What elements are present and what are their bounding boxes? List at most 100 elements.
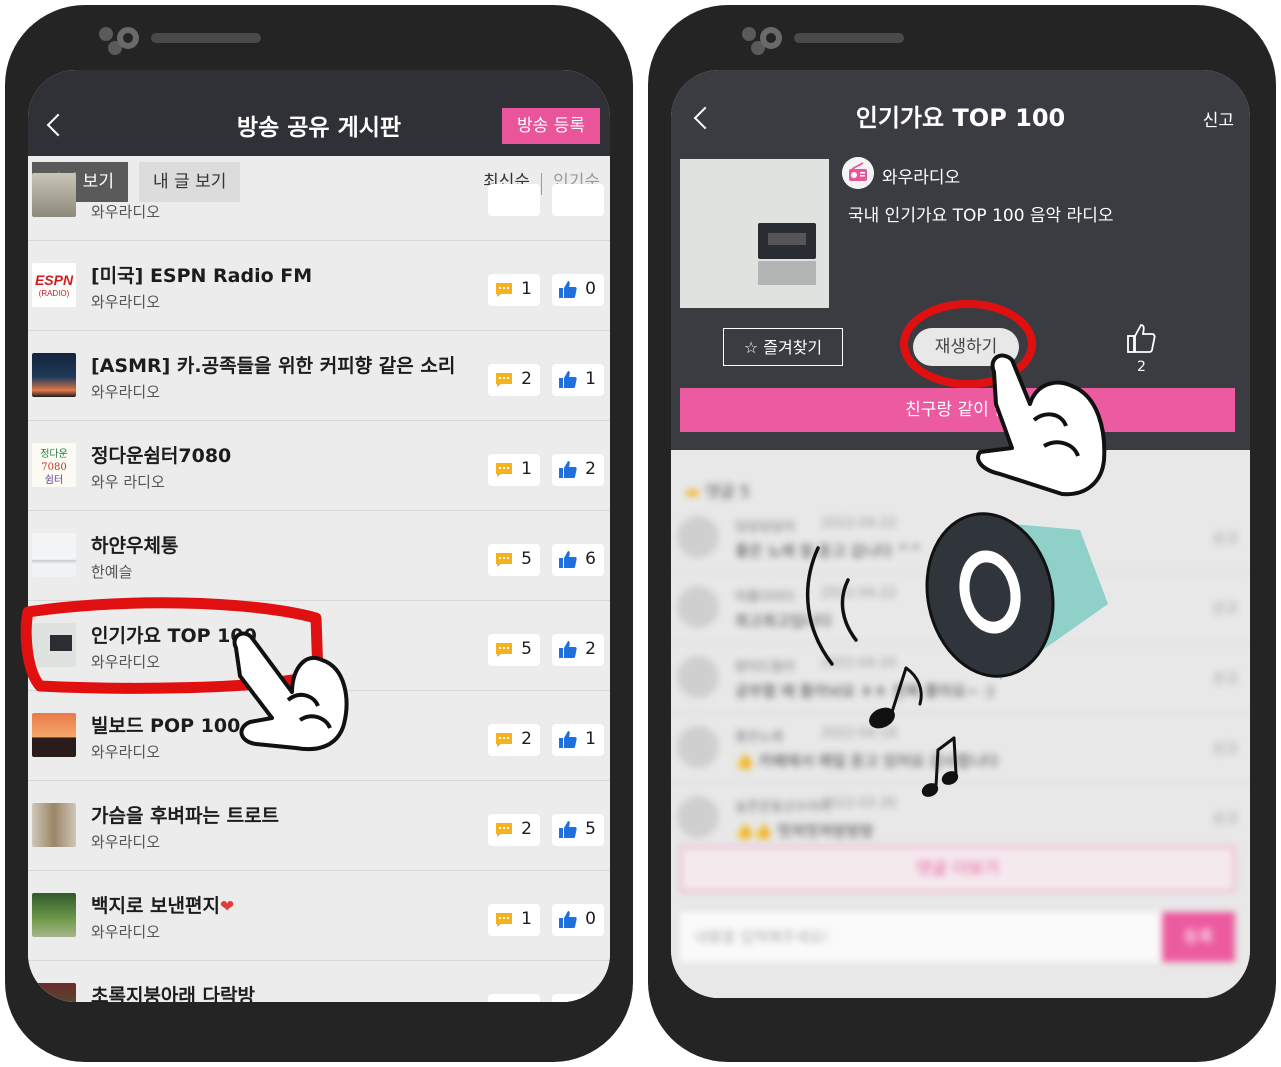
post-author: 와우라디오 — [91, 383, 161, 401]
thumbs-up-icon — [559, 821, 577, 838]
post-title: 초록지붕아래 다락방 — [91, 985, 255, 1002]
comment-icon: ▬ — [685, 482, 701, 501]
comment-icon — [496, 373, 512, 387]
comment-count-badge: 1 — [488, 454, 540, 486]
comment-row: 방이드림이 2022-04-20 공부할 때 틀어놔요 ㅎㅎ 진짜 좋아요~ :… — [671, 642, 1250, 713]
comment-count-badge — [488, 184, 540, 216]
list-item[interactable]: 하얀우체통 한예슬 5 6 — [28, 511, 610, 601]
favorite-label: 즐겨찾기 — [763, 338, 823, 357]
list-item[interactable]: 정다운 7080 쉼터 정다운쉼터7080 와우 라디오 1 2 — [28, 421, 610, 511]
list-item-highlighted[interactable]: 인기가요 TOP 100 와우라디오 5 2 — [28, 601, 610, 691]
phone-sensor-dot — [742, 27, 756, 41]
comment-date: 2022-04-20 — [821, 656, 897, 671]
comment-nickname: 슬픈운동선수아이 — [735, 800, 831, 815]
comments-section: ▬ 댓글 5 딩딩딩딩이 2022-04-22 좋은 노래 잘 듣고 갑니다 ^… — [671, 450, 1250, 998]
comment-nickname: 좋은노래 — [735, 730, 783, 745]
post-author: 와우라디오 — [91, 653, 161, 671]
avatar — [677, 656, 719, 698]
comment-date: 2022-04-22 — [821, 586, 897, 601]
like-count-badge[interactable] — [552, 994, 604, 1002]
post-author: 와우라디오 — [91, 743, 161, 761]
post-thumbnail — [32, 713, 76, 757]
list-item-partial[interactable]: 와우라디오 — [28, 151, 610, 241]
like-count-badge[interactable]: 2 — [552, 634, 604, 666]
post-title: 정다운쉼터7080 — [91, 445, 232, 467]
star-icon: ☆ — [743, 338, 759, 357]
post-title: [ASMR] 카.공족들을 위한 커피향 같은 소리 — [91, 355, 456, 377]
like-count-badge[interactable]: 0 — [552, 904, 604, 936]
comment-input[interactable]: 내용을 입력해주세요! — [680, 912, 1162, 962]
phone-speaker-grille — [794, 33, 904, 43]
thumbs-up-icon — [559, 461, 577, 478]
favorite-button[interactable]: ☆ 즐겨찾기 — [723, 328, 843, 366]
avatar — [677, 726, 719, 768]
heart-icon: ❤ — [219, 897, 235, 917]
post-author: 와우라디오 — [91, 833, 161, 851]
like-count: 0 — [585, 279, 596, 299]
comment-count: 2 — [521, 819, 532, 839]
thumbs-up-icon — [559, 731, 577, 748]
comment-date: 2022-03-30 — [821, 796, 897, 811]
list-item[interactable]: 백지로 보낸편지❤ 와우라디오 1 0 — [28, 871, 610, 961]
post-author: 한예슬 — [91, 563, 133, 581]
more-comments-button[interactable]: 댓글 더보기 — [680, 846, 1235, 892]
post-thumbnail — [32, 983, 76, 1002]
post-title: 하얀우체통 — [91, 535, 179, 557]
thumbs-up-icon — [559, 371, 577, 388]
avatar — [677, 796, 719, 838]
post-thumbnail — [32, 353, 76, 397]
comment-count: 2 — [521, 369, 532, 389]
comment-report-button[interactable]: 신고 — [1212, 668, 1238, 688]
list-item[interactable]: 빌보드 POP 100 와우라디오 2 1 — [28, 691, 610, 781]
phone-speaker-grille — [151, 33, 261, 43]
broadcast-description: 국내 인기가요 TOP 100 음악 라디오 — [848, 206, 1114, 226]
like-count-badge[interactable]: 2 — [552, 454, 604, 486]
comment-count: 5 — [521, 549, 532, 569]
like-count: 2 — [585, 459, 596, 479]
list-item[interactable]: ESPN (RADIO) [미국] ESPN Radio FM 와우라디오 1 … — [28, 241, 610, 331]
like-count-badge[interactable]: 5 — [552, 814, 604, 846]
comment-count-badge: 1 — [488, 904, 540, 936]
comment-report-button[interactable]: 신고 — [1212, 528, 1238, 548]
list-item[interactable]: [ASMR] 카.공족들을 위한 커피향 같은 소리 와우라디오 2 1 — [28, 331, 610, 421]
post-thumbnail — [32, 893, 76, 937]
comment-icon — [494, 1000, 514, 1002]
like-count: 0 — [585, 909, 596, 929]
comment-count: 1 — [521, 459, 532, 479]
comment-row: 딩딩딩딩이 2022-04-22 좋은 노래 잘 듣고 갑니다 ^^ 신고 — [671, 502, 1250, 573]
comments-heading: ▬ 댓글 5 — [685, 482, 750, 501]
svg-text:(RADIO): (RADIO) — [39, 289, 70, 298]
comment-report-button[interactable]: 신고 — [1212, 598, 1238, 618]
board-header: 방송 공유 게시판 방송 등록 — [28, 70, 610, 156]
like-count-badge[interactable]: 6 — [552, 544, 604, 576]
avatar — [677, 586, 719, 628]
thumbs-up-icon — [559, 911, 577, 928]
play-button[interactable]: 재생하기 — [913, 328, 1019, 366]
comment-date: 2022-04-22 — [821, 516, 897, 531]
post-author: 와우 라디오 — [91, 473, 165, 491]
comment-report-button[interactable]: 신고 — [1212, 808, 1238, 828]
espn-logo-icon: ESPN (RADIO) — [35, 272, 74, 298]
thumbs-up-icon[interactable] — [1125, 322, 1159, 356]
like-count: 2 — [1137, 359, 1146, 375]
register-broadcast-button[interactable]: 방송 등록 — [502, 108, 600, 144]
like-count: 6 — [585, 549, 596, 569]
list-item[interactable]: 가슴을 후벼파는 트로트 와우라디오 2 5 — [28, 781, 610, 871]
post-thumbnail — [32, 623, 76, 667]
like-count-badge[interactable]: 0 — [552, 274, 604, 306]
like-count-badge[interactable]: 1 — [552, 724, 604, 756]
comment-count-badge: 2 — [488, 814, 540, 846]
comment-text: 공부할 때 틀어놔요 ㅎㅎ 진짜 좋아요~ :) — [735, 682, 995, 700]
like-count: 5 — [585, 819, 596, 839]
comment-count-badge: 2 — [488, 724, 540, 756]
like-count-badge[interactable]: 1 — [552, 364, 604, 396]
comment-row: 슬픈운동선수아이 2022-03-30 👍👍 멋져멋져방방방 신고 — [671, 782, 1250, 852]
list-item-partial[interactable]: 초록지붕아래 다락방 — [28, 961, 610, 1002]
report-button[interactable]: 신고 — [1203, 106, 1234, 131]
post-author: 와우라디오 — [91, 923, 161, 941]
listen-together-button[interactable]: 친구랑 같이 듣 — [680, 388, 1235, 432]
board-screen: 방송 공유 게시판 방송 등록 전체 보기 내 글 보기 최신순 인기순 와우라… — [28, 70, 610, 1002]
submit-comment-button[interactable]: 등록 — [1162, 912, 1235, 962]
comment-report-button[interactable]: 신고 — [1212, 738, 1238, 758]
comment-count: 1 — [521, 279, 532, 299]
